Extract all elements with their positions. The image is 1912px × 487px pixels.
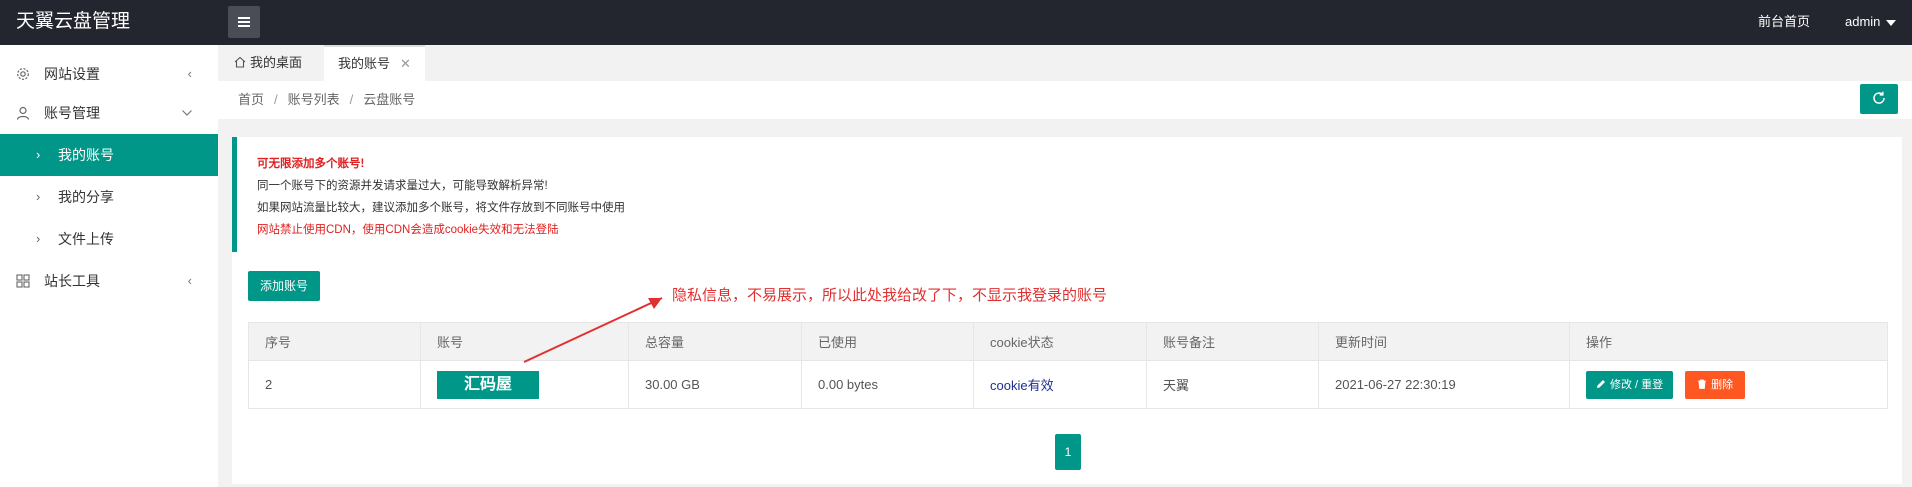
row-actions: 修改 / 重登 删除: [1569, 360, 1888, 409]
pagination-page-1[interactable]: 1: [1055, 434, 1081, 470]
caret-down-icon: [1886, 19, 1897, 26]
frontend-home-link[interactable]: 前台首页: [1758, 0, 1810, 44]
close-icon[interactable]: ✕: [400, 56, 411, 71]
sidebar: 网站设置 ‹ 账号管理 › 我的账号 › 我的分享 › 文件上传 站长工具 ‹: [0, 45, 218, 487]
row-cookie-status: cookie有效: [973, 360, 1147, 409]
column-header: 更新时间: [1318, 322, 1570, 361]
row-account: 汇码屋: [420, 360, 629, 409]
edit-relogin-button[interactable]: 修改 / 重登: [1586, 370, 1674, 399]
chevron-right-icon: ›: [36, 189, 41, 204]
notice-line: 网站禁止使用CDN，使用CDN会造成cookie失效和无法登陆: [257, 224, 559, 236]
column-header: 序号: [248, 322, 421, 361]
menu-toggle-button[interactable]: [228, 6, 260, 38]
column-header: 已使用: [801, 322, 974, 361]
sidebar-item-webmaster-tools[interactable]: 站长工具 ‹: [0, 261, 218, 301]
pencil-icon: [1597, 379, 1605, 388]
add-account-button[interactable]: 添加账号: [248, 271, 320, 301]
refresh-button[interactable]: [1860, 84, 1898, 114]
sidebar-subitem-label: 我的分享: [58, 189, 114, 205]
tab-label: 我的账号: [338, 56, 391, 71]
chevron-left-icon: ‹: [187, 273, 192, 288]
gear-icon: [17, 68, 29, 80]
delete-label: 删除: [1711, 378, 1734, 391]
user-icon: [16, 106, 30, 120]
table-header-row: 序号 账号 总容量 已使用 cookie状态 账号备注 更新时间 操作: [248, 322, 1888, 361]
row-used: 0.00 bytes: [801, 360, 974, 409]
notice-line: 同一个账号下的资源并发请求量过大，可能导致解析异常!: [257, 180, 548, 192]
sidebar-item-site-settings[interactable]: 网站设置 ‹: [0, 54, 218, 94]
sidebar-item-label: 账号管理: [44, 105, 100, 121]
chevron-right-icon: ›: [36, 147, 41, 162]
accounts-table: 序号 账号 总容量 已使用 cookie状态 账号备注 更新时间 操作 2 汇码…: [248, 322, 1888, 409]
account-badge: 汇码屋: [437, 370, 539, 399]
cookie-status-text: cookie有效: [990, 378, 1054, 393]
sidebar-subitem-my-accounts[interactable]: › 我的账号: [0, 134, 218, 176]
notice-line: 可无限添加多个账号!: [257, 158, 365, 170]
chevron-right-icon: ›: [36, 231, 41, 246]
chevron-left-icon: ‹: [187, 66, 192, 81]
delete-button[interactable]: 删除: [1685, 370, 1746, 399]
sidebar-subitem-my-shares[interactable]: › 我的分享: [0, 176, 218, 218]
sidebar-subitem-label: 我的账号: [58, 147, 114, 163]
grid-icon: [16, 274, 30, 288]
trash-icon: [1698, 379, 1707, 389]
edit-label: 修改 / 重登: [1610, 378, 1664, 391]
sidebar-subitem-label: 文件上传: [58, 231, 114, 247]
row-capacity: 30.00 GB: [628, 360, 802, 409]
tab-my-accounts[interactable]: 我的账号 ✕: [324, 45, 425, 81]
column-header: 总容量: [628, 322, 802, 361]
breadcrumb-cloud-accounts: 云盘账号: [363, 92, 416, 107]
breadcrumb: 首页 / 账号列表 / 云盘账号: [238, 92, 416, 107]
refresh-icon: [1873, 91, 1885, 104]
user-name: admin: [1845, 14, 1881, 29]
column-header: cookie状态: [973, 322, 1147, 361]
breadcrumb-account-list[interactable]: 账号列表: [288, 92, 340, 107]
tab-bar: 我的桌面 我的账号 ✕: [218, 45, 1912, 81]
tab-desktop[interactable]: 我的桌面: [220, 45, 316, 81]
top-header: 天翼云盘管理 前台首页 admin: [0, 0, 1912, 45]
sidebar-item-label: 网站设置: [44, 66, 100, 82]
sidebar-subitem-file-upload[interactable]: › 文件上传: [0, 218, 218, 260]
column-header: 账号备注: [1146, 322, 1319, 361]
row-id: 2: [248, 360, 421, 409]
privacy-annotation: 隐私信息，不易展示，所以此处我给改了下，不显示我登录的账号: [672, 287, 1108, 304]
breadcrumb-bar: 首页 / 账号列表 / 云盘账号: [218, 81, 1912, 119]
row-remark: 天翼: [1146, 360, 1319, 409]
column-header: 账号: [420, 322, 629, 361]
row-updated: 2021-06-27 22:30:19: [1318, 360, 1570, 409]
chevron-down-icon: [182, 110, 192, 116]
sidebar-item-account-management[interactable]: 账号管理: [0, 93, 218, 133]
user-menu[interactable]: admin: [1845, 0, 1897, 44]
notice-line: 如果网站流量比较大，建议添加多个账号，将文件存放到不同账号中使用: [257, 202, 625, 214]
app-title: 天翼云盘管理: [16, 11, 131, 32]
breadcrumb-home[interactable]: 首页: [238, 92, 264, 107]
sidebar-item-label: 站长工具: [44, 273, 100, 289]
notice-box: 可无限添加多个账号! 同一个账号下的资源并发请求量过大，可能导致解析异常! 如果…: [232, 137, 1902, 252]
table-row: 2 汇码屋 30.00 GB 0.00 bytes cookie有效 天翼 20…: [248, 360, 1888, 409]
column-header: 操作: [1569, 322, 1888, 361]
tab-label: 我的桌面: [250, 55, 303, 70]
home-icon: [234, 56, 246, 68]
